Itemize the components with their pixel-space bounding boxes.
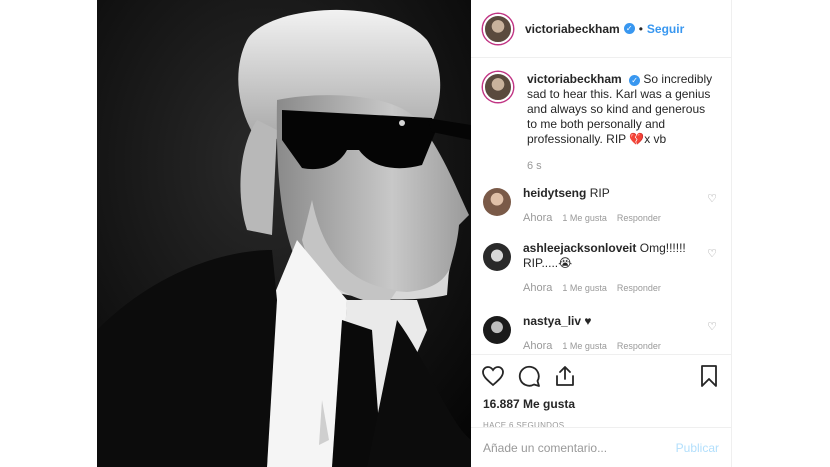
post-actions: 16.887 Me gusta HACE 6 SEGUNDOS Añade un…	[471, 354, 731, 467]
portrait-illustration	[97, 0, 471, 467]
comment-item: nastya_liv ♥ Ahora 1 Me gusta Responder …	[471, 314, 731, 354]
verified-badge-icon: ✓	[629, 75, 641, 86]
comment-item: ashleejacksonloveit Omg!!!!!! RIP.....😭 …	[471, 241, 731, 296]
likes-count[interactable]: 16.887 Me gusta	[471, 391, 731, 411]
reply-button[interactable]: Responder	[617, 211, 661, 226]
post-side-panel: victoriabeckham ✓ • Seguir victoriabeckh…	[471, 0, 732, 467]
caption-avatar[interactable]	[483, 72, 513, 102]
reply-button[interactable]: Responder	[617, 281, 661, 296]
verified-badge-icon: ✓	[623, 23, 635, 34]
add-comment-bar: Añade un comentario... Publicar	[471, 427, 731, 467]
comment-time[interactable]: Ahora	[523, 211, 552, 226]
follow-button[interactable]: Seguir	[647, 22, 684, 36]
caption-time[interactable]: 6 s	[527, 159, 717, 174]
comment-likes[interactable]: 1 Me gusta	[562, 281, 607, 296]
comments-list[interactable]: victoriabeckham ✓ So incredibly sad to h…	[471, 58, 731, 354]
small-heart-icon[interactable]: ♡	[707, 192, 717, 205]
post-caption: victoriabeckham ✓ So incredibly sad to h…	[471, 58, 731, 174]
comment-item: heidytseng RIP Ahora 1 Me gusta Responde…	[471, 186, 731, 226]
commenter-avatar[interactable]	[483, 243, 511, 271]
post-photo[interactable]	[97, 0, 471, 467]
comment-text: ♥	[584, 314, 592, 328]
share-icon[interactable]	[553, 364, 577, 388]
instagram-post: victoriabeckham ✓ • Seguir victoriabeckh…	[97, 0, 732, 467]
comment-input[interactable]: Añade un comentario...	[483, 441, 676, 455]
post-header: victoriabeckham ✓ • Seguir	[471, 0, 731, 58]
reply-button[interactable]: Responder	[617, 339, 661, 354]
comment-bubble-icon[interactable]	[517, 364, 541, 388]
comment-time[interactable]: Ahora	[523, 281, 552, 296]
caption-username[interactable]: victoriabeckham	[527, 72, 622, 86]
commenter-avatar[interactable]	[483, 316, 511, 344]
comment-username[interactable]: heidytseng	[523, 186, 586, 200]
separator-dot: •	[638, 21, 643, 36]
author-avatar[interactable]	[483, 13, 513, 44]
publish-button[interactable]: Publicar	[676, 441, 719, 455]
comment-username[interactable]: ashleejacksonloveit	[523, 241, 636, 255]
comment-likes[interactable]: 1 Me gusta	[562, 211, 607, 226]
comment-likes[interactable]: 1 Me gusta	[562, 339, 607, 354]
author-username[interactable]: victoriabeckham	[525, 22, 620, 36]
bookmark-icon[interactable]	[697, 364, 721, 388]
comment-username[interactable]: nastya_liv	[523, 314, 581, 328]
heart-icon[interactable]	[481, 364, 505, 388]
commenter-avatar[interactable]	[483, 188, 511, 216]
comment-time[interactable]: Ahora	[523, 339, 552, 354]
comment-text: RIP	[589, 186, 610, 200]
small-heart-icon[interactable]: ♡	[707, 320, 717, 333]
small-heart-icon[interactable]: ♡	[707, 247, 717, 260]
